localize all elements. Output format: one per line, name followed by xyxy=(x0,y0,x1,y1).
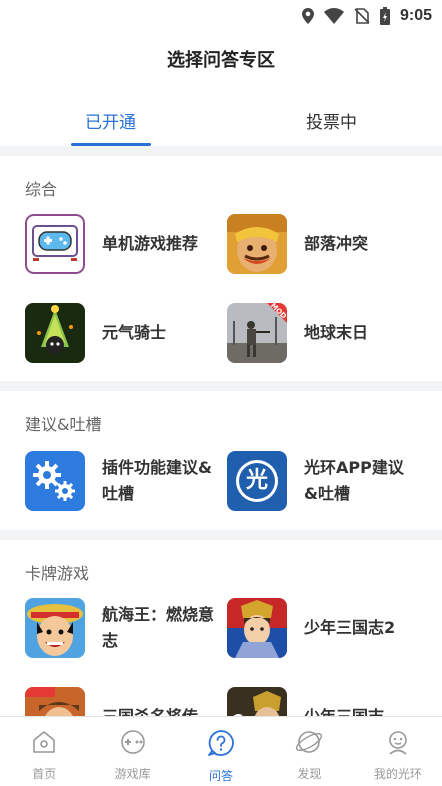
zone-item-standalone-games[interactable]: 单机游戏推荐 xyxy=(25,214,225,274)
zone-item-app-feedback[interactable]: 光 光环APP建议&吐槽 xyxy=(227,451,427,511)
nav-discover[interactable]: 发现 xyxy=(265,717,353,786)
question-icon xyxy=(207,729,235,761)
nav-label: 游戏库 xyxy=(114,767,151,781)
tab-opened[interactable]: 已开通 xyxy=(0,100,221,146)
bottom-nav: 首页 游戏库 问答 发现 我的光环 xyxy=(0,716,442,786)
zone-item-last-day-on-earth[interactable]: 地球末日 MOD xyxy=(227,302,427,363)
page-title: 选择问答专区 xyxy=(167,50,275,71)
nav-profile[interactable]: 我的光环 xyxy=(354,717,442,786)
three-kingdoms-2-icon xyxy=(227,598,287,658)
profile-icon xyxy=(385,729,411,759)
location-icon xyxy=(301,8,314,24)
battery-icon xyxy=(379,7,390,25)
discover-icon xyxy=(295,729,323,759)
section-title-general: 综合 xyxy=(25,180,58,199)
zone-label: 少年三国志2 xyxy=(304,618,396,637)
section-divider xyxy=(0,381,442,391)
status-bar: 9:05 xyxy=(0,0,442,32)
guanghuan-logo-icon: 光 xyxy=(227,451,287,511)
clash-of-clans-icon xyxy=(227,214,287,274)
zone-label: 部落冲突 xyxy=(304,234,369,253)
nav-label: 我的光环 xyxy=(373,767,422,781)
nav-home[interactable]: 首页 xyxy=(0,717,88,786)
zone-label: 元气骑士 xyxy=(102,323,167,342)
soul-knight-icon xyxy=(25,303,85,363)
section-divider xyxy=(0,530,442,540)
wifi-icon xyxy=(323,8,344,24)
zone-item-plugin-feedback[interactable]: 插件功能建议&吐槽 xyxy=(25,451,225,511)
guanghuan-logo-text: 光 xyxy=(245,468,268,493)
zone-label: 单机游戏推荐 xyxy=(102,234,199,253)
tab-voting[interactable]: 投票中 xyxy=(221,100,442,146)
section-divider xyxy=(0,146,442,156)
home-icon xyxy=(31,729,57,759)
zone-label: 光环APP建议&吐槽 xyxy=(304,458,404,503)
nav-label: 首页 xyxy=(32,767,57,781)
zone-item-three-kingdoms-2[interactable]: 少年三国志2 xyxy=(227,598,427,658)
zone-item-soul-knight[interactable]: 元气骑士 xyxy=(25,303,225,363)
gamepad-icon xyxy=(25,214,85,274)
gears-icon xyxy=(25,451,85,511)
zone-item-one-piece[interactable]: 航海王：燃烧意志 xyxy=(25,598,225,658)
section-title-card-games: 卡牌游戏 xyxy=(25,564,90,583)
zone-label: 地球末日 xyxy=(304,323,369,342)
status-time: 9:05 xyxy=(399,7,432,24)
zone-item-clash-of-clans[interactable]: 部落冲突 xyxy=(227,214,427,274)
no-sim-icon xyxy=(354,8,370,24)
zone-label: 航海王：燃烧意志 xyxy=(102,605,215,650)
one-piece-icon xyxy=(25,598,85,658)
section-title-feedback: 建议&吐槽 xyxy=(25,415,102,434)
nav-label: 问答 xyxy=(209,769,234,783)
zone-label: 插件功能建议&吐槽 xyxy=(102,458,212,503)
nav-qa[interactable]: 问答 xyxy=(177,717,265,786)
game-library-icon xyxy=(119,729,147,759)
nav-label: 发现 xyxy=(297,767,322,781)
nav-game-library[interactable]: 游戏库 xyxy=(88,717,176,786)
tab-bar: 已开通 投票中 xyxy=(0,100,442,146)
